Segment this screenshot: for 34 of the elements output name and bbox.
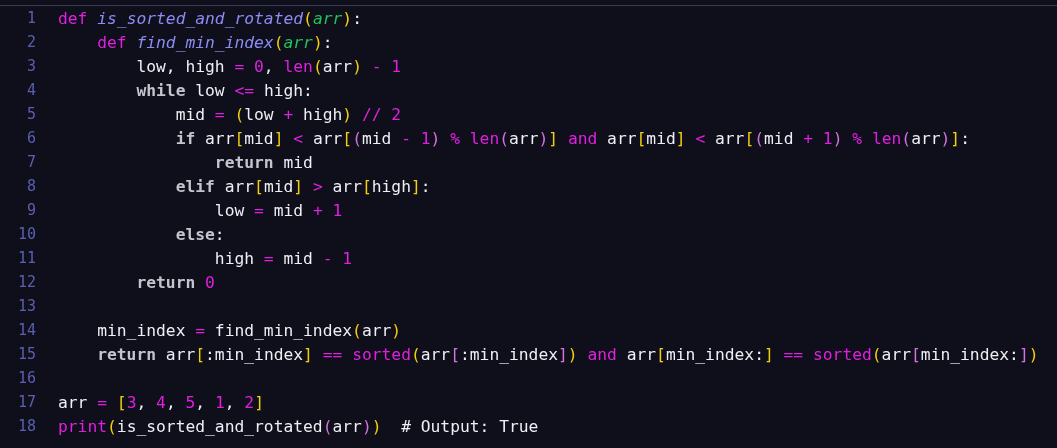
code-line: if arr[mid] < arr[(mid - 1) % len(arr)] and arr[mid] < arr[(mid + 1) % len(arr)]: xyxy=(174,128,970,148)
code-line: high = mid - 1 xyxy=(213,248,353,268)
code-line: low, high = 0, len(arr) - 1 xyxy=(135,56,402,76)
code-line: print(is_sorted_and_rotated(arr)) # Output: True xyxy=(58,416,539,436)
line-number: 9 xyxy=(25,201,36,219)
code-line: arr = [3, 4, 5, 1, 2] xyxy=(58,392,264,412)
line-number: 11 xyxy=(16,249,36,267)
code-line: mid = (low + high) // 2 xyxy=(174,104,402,124)
line-number: 12 xyxy=(16,273,36,291)
line-number: 8 xyxy=(25,177,36,195)
line-number: 6 xyxy=(25,129,36,147)
line-number: 18 xyxy=(16,417,36,435)
line-number: 15 xyxy=(16,345,36,363)
code-line: low = mid + 1 xyxy=(213,200,343,220)
code-line: while low <= high: xyxy=(135,80,313,100)
code-line: return mid xyxy=(213,152,313,172)
line-number: 5 xyxy=(25,105,36,123)
line-number: 1 xyxy=(25,9,36,27)
code-line: def find_min_index(arr): xyxy=(96,32,333,52)
line-number: 13 xyxy=(16,297,36,315)
line-number: 3 xyxy=(25,57,36,75)
code-line: elif arr[mid] > arr[high]: xyxy=(174,176,431,196)
line-number: 14 xyxy=(16,321,36,339)
code-line: return 0 xyxy=(135,272,215,292)
line-number: 4 xyxy=(25,81,36,99)
line-number: 16 xyxy=(16,369,36,387)
line-number: 2 xyxy=(25,33,36,51)
line-number: 17 xyxy=(16,393,36,411)
code-line: min_index = find_min_index(arr) xyxy=(96,320,402,340)
line-number: 7 xyxy=(25,153,36,171)
code-line: else: xyxy=(174,224,225,244)
line-number: 10 xyxy=(16,225,36,243)
code-line: def is_sorted_and_rotated(arr): xyxy=(58,8,362,28)
code-line: return arr[:min_index] == sorted(arr[:min_index]) and arr[min_index:] == sorted(arr[min_index:]) xyxy=(96,344,1039,364)
